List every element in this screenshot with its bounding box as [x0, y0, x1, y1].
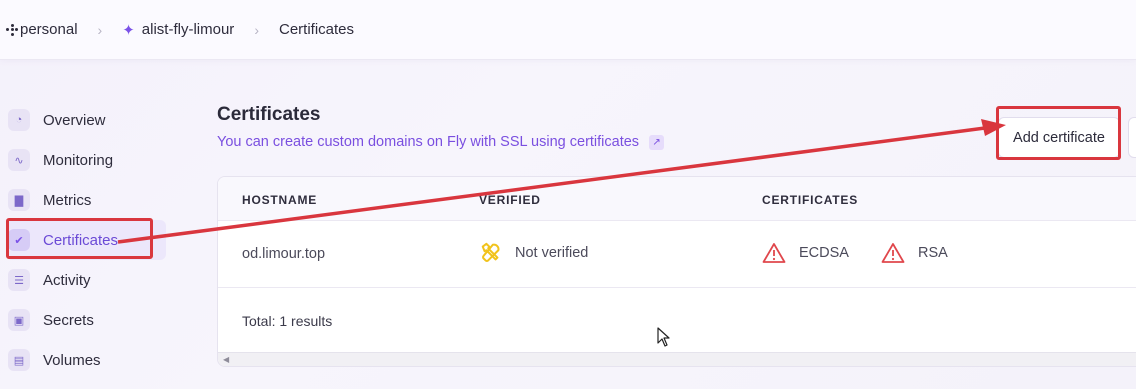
mouse-cursor-icon: [657, 327, 670, 347]
annotation-arrow: [117, 119, 1006, 244]
